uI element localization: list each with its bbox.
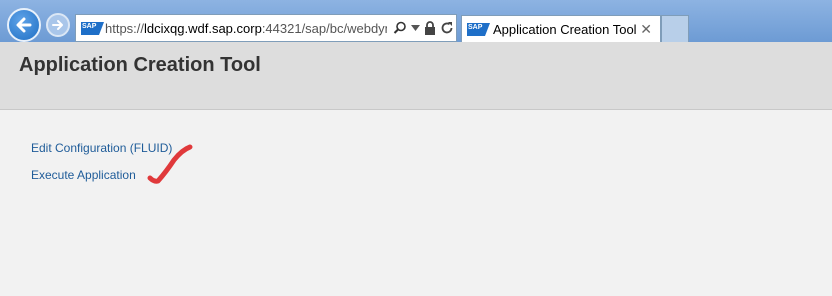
chevron-down-icon[interactable] <box>411 25 420 31</box>
forward-button[interactable] <box>46 13 70 37</box>
page-title: Application Creation Tool <box>19 54 261 76</box>
browser-tab[interactable]: SAP Application Creation Tool ✕ <box>461 15 661 43</box>
page-header: Application Creation Tool <box>0 42 832 110</box>
lock-icon[interactable] <box>424 21 436 35</box>
search-icon[interactable] <box>393 21 407 35</box>
browser-chrome: SAP https://ldcixqg.wdf.sap.corp:44321/s… <box>0 0 832 43</box>
new-tab-button[interactable] <box>661 15 689 43</box>
main-content: Edit Configuration (FLUID) Execute Appli… <box>0 110 832 296</box>
refresh-icon[interactable] <box>440 21 454 35</box>
execute-application-link[interactable]: Execute Application <box>31 168 136 182</box>
back-button[interactable] <box>7 8 41 42</box>
arrow-right-icon <box>52 20 63 30</box>
checkmark-annotation-icon <box>147 144 193 184</box>
url-text[interactable]: https://ldcixqg.wdf.sap.corp:44321/sap/b… <box>105 21 387 36</box>
tab-title: Application Creation Tool <box>493 22 637 37</box>
close-icon[interactable]: ✕ <box>640 21 652 38</box>
sap-favicon-icon: SAP <box>81 21 104 35</box>
sap-favicon-icon: SAP <box>467 23 490 36</box>
address-bar[interactable]: SAP https://ldcixqg.wdf.sap.corp:44321/s… <box>75 14 457 42</box>
arrow-left-icon <box>16 17 32 33</box>
